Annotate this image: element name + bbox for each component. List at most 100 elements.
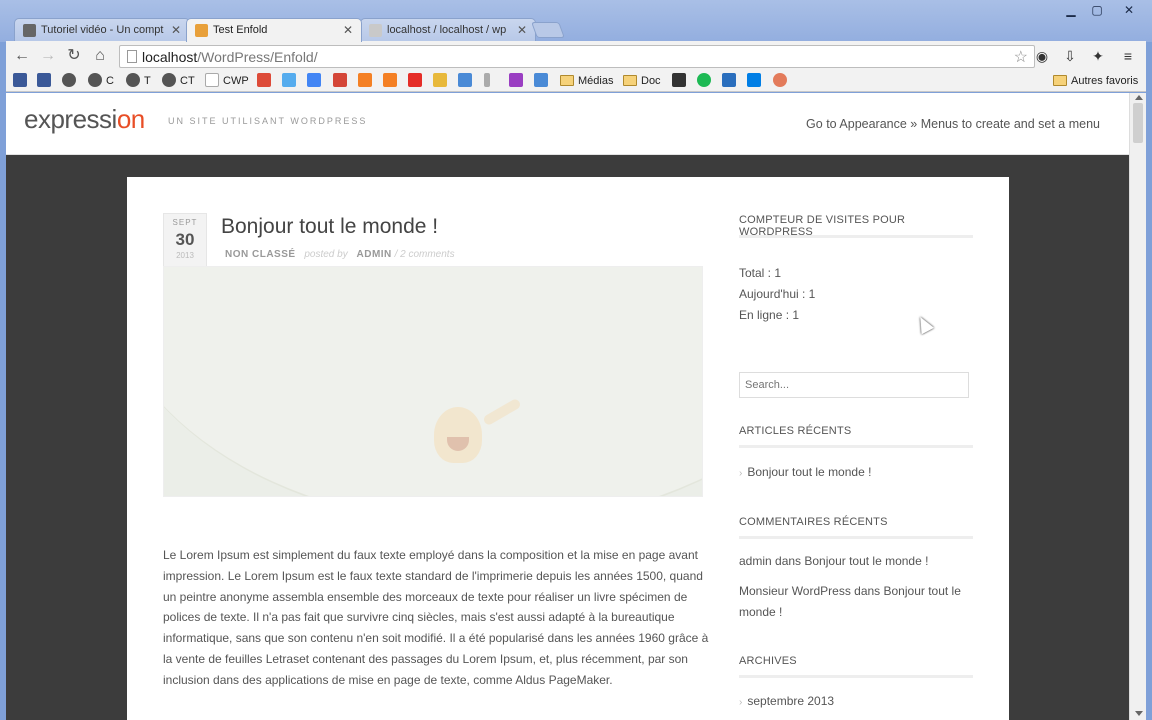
bookmark-youtube[interactable] xyxy=(408,73,426,89)
recent-comment[interactable]: Monsieur WordPress dans Bonjour tout le … xyxy=(739,581,975,623)
bookmark-cwp[interactable]: CWP xyxy=(205,73,249,89)
url-text[interactable]: localhost/WordPress/Enfold/ xyxy=(142,49,318,65)
page-icon xyxy=(205,73,219,87)
menu-icon[interactable]: ≡ xyxy=(1119,47,1137,65)
new-tab-button[interactable] xyxy=(531,22,565,38)
wordpress-icon xyxy=(162,73,176,87)
bookmark-translate[interactable] xyxy=(534,73,552,89)
bookmark-other[interactable]: Autres favoris xyxy=(1053,73,1138,89)
search-input[interactable] xyxy=(739,372,969,398)
tab-tutoriel[interactable]: Tutoriel vidéo - Un compt ✕ xyxy=(14,18,190,42)
archive-link[interactable]: › septembre 2013 xyxy=(739,694,834,708)
wordpress-icon xyxy=(88,73,102,87)
forward-arrow-icon[interactable]: → xyxy=(38,46,58,66)
minimize-icon[interactable]: ▁ xyxy=(1058,2,1084,18)
chevron-right-icon: › xyxy=(739,697,743,708)
scroll-down-arrow-icon[interactable] xyxy=(1135,711,1143,716)
orange-icon xyxy=(383,73,397,87)
bookmark-c[interactable]: C xyxy=(88,73,114,89)
close-icon[interactable]: ✕ xyxy=(343,23,353,37)
home-icon[interactable]: ⌂ xyxy=(90,46,110,66)
bookmark-star-icon[interactable]: ☆ xyxy=(1014,47,1028,67)
tab-test-enfold[interactable]: Test Enfold ✕ xyxy=(186,18,362,42)
widget-divider xyxy=(739,536,973,539)
widget-title-comments: COMMENTAIRES RÉCENTS xyxy=(739,516,888,528)
bookmark-folder-doc[interactable]: Doc xyxy=(623,73,661,89)
bookmark-google-plus[interactable] xyxy=(257,73,275,89)
window-close-icon[interactable]: ✕ xyxy=(1114,2,1144,18)
widget-divider xyxy=(739,675,973,678)
gmail-icon xyxy=(333,73,347,87)
bookmark-orange[interactable] xyxy=(358,73,376,89)
bookmark-wordpress[interactable] xyxy=(62,73,80,89)
tab-label: Tutoriel vidéo - Un compt xyxy=(41,24,164,36)
bookmark-p[interactable] xyxy=(672,73,690,89)
site-header: expression UN SITE UTILISANT WORDPRESS G… xyxy=(6,93,1129,155)
stat-online: En ligne : 1 xyxy=(739,308,800,322)
scroll-up-arrow-icon[interactable] xyxy=(1135,95,1143,100)
mascot-image xyxy=(434,407,482,463)
content-card: SEPT 30 2013 Bonjour tout le monde ! NON… xyxy=(127,177,1009,720)
download-icon[interactable]: ⇩ xyxy=(1061,47,1079,65)
bookmark-gear[interactable] xyxy=(773,73,791,89)
bookmark-dropbox[interactable] xyxy=(747,73,765,89)
extension-icon[interactable]: ◉ xyxy=(1033,47,1051,65)
scrollbar-thumb[interactable] xyxy=(1133,103,1143,143)
browser-titlebar: Tutoriel vidéo - Un compt ✕ Test Enfold … xyxy=(0,0,1152,42)
facebook-icon xyxy=(13,73,27,87)
recent-comment[interactable]: admin dans Bonjour tout le monde ! xyxy=(739,551,975,572)
phpmyadmin-icon xyxy=(369,24,382,37)
bookmark-facebook[interactable] xyxy=(13,73,31,89)
bookmark-t[interactable]: T xyxy=(126,73,151,89)
chevron-right-icon: › xyxy=(739,468,743,479)
bookmark-twitter[interactable] xyxy=(282,73,300,89)
post-category-link[interactable]: NON CLASSÉ xyxy=(225,249,296,260)
bookmark-folder-medias[interactable]: Médias xyxy=(560,73,613,89)
puzzle-extension-icon[interactable]: ✦ xyxy=(1089,47,1107,65)
tool-icon xyxy=(458,73,472,87)
bookmark-spotify[interactable] xyxy=(697,73,715,89)
tab-phpmyadmin[interactable]: localhost / localhost / wp ✕ xyxy=(360,18,536,42)
translate-icon xyxy=(534,73,548,87)
bookmark-tool[interactable] xyxy=(458,73,476,89)
bookmark-grid[interactable] xyxy=(509,73,527,89)
bookmark-h[interactable] xyxy=(722,73,740,89)
dropbox-icon xyxy=(747,73,761,87)
folder-icon xyxy=(1053,75,1067,86)
back-arrow-icon[interactable]: ← xyxy=(12,46,32,66)
featured-image[interactable] xyxy=(163,266,703,497)
post-title[interactable]: Bonjour tout le monde ! xyxy=(221,215,438,239)
close-icon[interactable]: ✕ xyxy=(517,23,527,37)
wordpress-icon xyxy=(23,24,36,37)
site-tagline: UN SITE UTILISANT WORDPRESS xyxy=(168,116,368,126)
bookmark-bar[interactable] xyxy=(484,73,494,89)
maximize-icon[interactable]: ▢ xyxy=(1084,2,1110,18)
facebook-icon xyxy=(37,73,51,87)
close-icon[interactable]: ✕ xyxy=(171,23,181,37)
site-logo[interactable]: expression xyxy=(24,104,145,135)
date-month: SEPT xyxy=(172,218,198,227)
bookmark-google[interactable] xyxy=(307,73,325,89)
bookmark-gmail[interactable] xyxy=(333,73,351,89)
post-author-link[interactable]: ADMIN xyxy=(357,249,392,260)
orange-icon xyxy=(358,73,372,87)
hero-arc-shape xyxy=(164,267,702,496)
bookmark-facebook[interactable] xyxy=(37,73,55,89)
reload-icon[interactable]: ↻ xyxy=(64,46,84,66)
folder-icon xyxy=(560,75,574,86)
widget-divider xyxy=(739,445,973,448)
menu-hint-link[interactable]: Go to Appearance » Menus to create and s… xyxy=(806,117,1100,131)
wordpress-icon xyxy=(62,73,76,87)
wordpress-icon xyxy=(126,73,140,87)
browser-toolbar: ← → ↻ ⌂ localhost/WordPress/Enfold/ ☆ ◉ … xyxy=(6,41,1146,71)
bookmark-pin[interactable] xyxy=(433,73,451,89)
date-year: 2013 xyxy=(176,251,194,260)
grid-icon xyxy=(509,73,523,87)
widget-divider xyxy=(739,235,973,238)
post-comments-link[interactable]: / 2 comments xyxy=(395,249,455,260)
recent-post-link[interactable]: › Bonjour tout le monde ! xyxy=(739,465,871,479)
address-bar[interactable]: localhost/WordPress/Enfold/ ☆ xyxy=(119,45,1035,68)
bookmark-ct[interactable]: CT xyxy=(162,73,195,89)
bookmark-orange[interactable] xyxy=(383,73,401,89)
page-scrollbar[interactable] xyxy=(1129,93,1146,720)
